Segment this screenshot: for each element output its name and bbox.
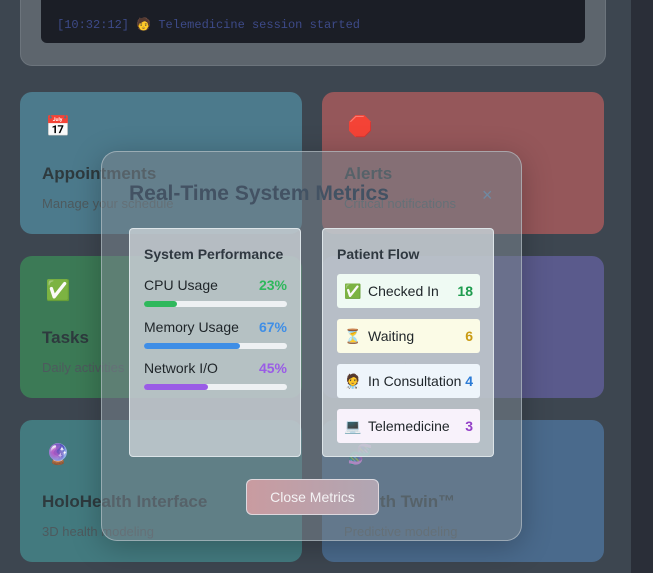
check-icon: ✅ bbox=[45, 279, 71, 302]
system-metrics-modal: Real-Time System Metrics × System Perfor… bbox=[101, 151, 522, 541]
progress-fill bbox=[144, 343, 240, 349]
laptop-icon: 💻 bbox=[344, 417, 362, 434]
flow-count: 4 bbox=[465, 373, 473, 389]
modal-title: Real-Time System Metrics bbox=[129, 182, 389, 205]
flow-item-waiting: ⏳ Waiting 6 bbox=[337, 319, 480, 353]
close-icon[interactable]: × bbox=[482, 186, 493, 204]
flow-label: Checked In bbox=[368, 283, 439, 299]
activity-log: [10:32:12] 🧑 Telemedicine session starte… bbox=[41, 0, 585, 43]
check-mark-icon: ✅ bbox=[344, 282, 362, 299]
flow-label: Telemedicine bbox=[368, 418, 450, 434]
metric-value: 67% bbox=[258, 319, 287, 335]
flow-count: 18 bbox=[457, 283, 473, 299]
doctor-icon: 🧑‍⚕️ bbox=[344, 372, 362, 389]
calendar-icon: 📅 bbox=[45, 115, 71, 138]
panel-title: System Performance bbox=[144, 246, 284, 262]
metric-value: 45% bbox=[258, 360, 287, 376]
metric-label: CPU Usage bbox=[144, 277, 218, 293]
flow-count: 6 bbox=[465, 328, 473, 344]
flow-item-telemedicine: 💻 Telemedicine 3 bbox=[337, 409, 480, 443]
system-performance-panel: System Performance CPU Usage 23% Memory … bbox=[129, 228, 301, 457]
panel-title: Patient Flow bbox=[337, 246, 420, 262]
flow-item-checked-in: ✅ Checked In 18 bbox=[337, 274, 480, 308]
crystal-ball-icon: 🔮 bbox=[45, 443, 71, 466]
progress-fill bbox=[144, 384, 209, 390]
progress-track bbox=[144, 384, 287, 390]
metric-label: Network I/O bbox=[144, 360, 218, 376]
activity-log-panel: [10:32:12] 🧑 Telemedicine session starte… bbox=[20, 0, 606, 66]
flow-item-in-consultation: 🧑‍⚕️ In Consultation 4 bbox=[337, 364, 480, 398]
progress-fill bbox=[144, 301, 177, 307]
activity-log-line: [10:32:12] 🧑 Telemedicine session starte… bbox=[57, 18, 360, 32]
close-metrics-button[interactable]: Close Metrics bbox=[246, 479, 379, 515]
progress-track bbox=[144, 301, 287, 307]
metric-label: Memory Usage bbox=[144, 319, 239, 335]
metric-value: 23% bbox=[258, 277, 287, 293]
flow-count: 3 bbox=[465, 418, 473, 434]
alert-icon: 🛑 bbox=[347, 115, 373, 138]
patient-flow-panel: Patient Flow ✅ Checked In 18 ⏳ Waiting 6… bbox=[322, 228, 494, 457]
scrollbar-track[interactable] bbox=[631, 0, 653, 573]
flow-label: In Consultation bbox=[368, 373, 462, 389]
hourglass-icon: ⏳ bbox=[344, 327, 362, 344]
flow-label: Waiting bbox=[368, 328, 415, 344]
progress-track bbox=[144, 343, 287, 349]
